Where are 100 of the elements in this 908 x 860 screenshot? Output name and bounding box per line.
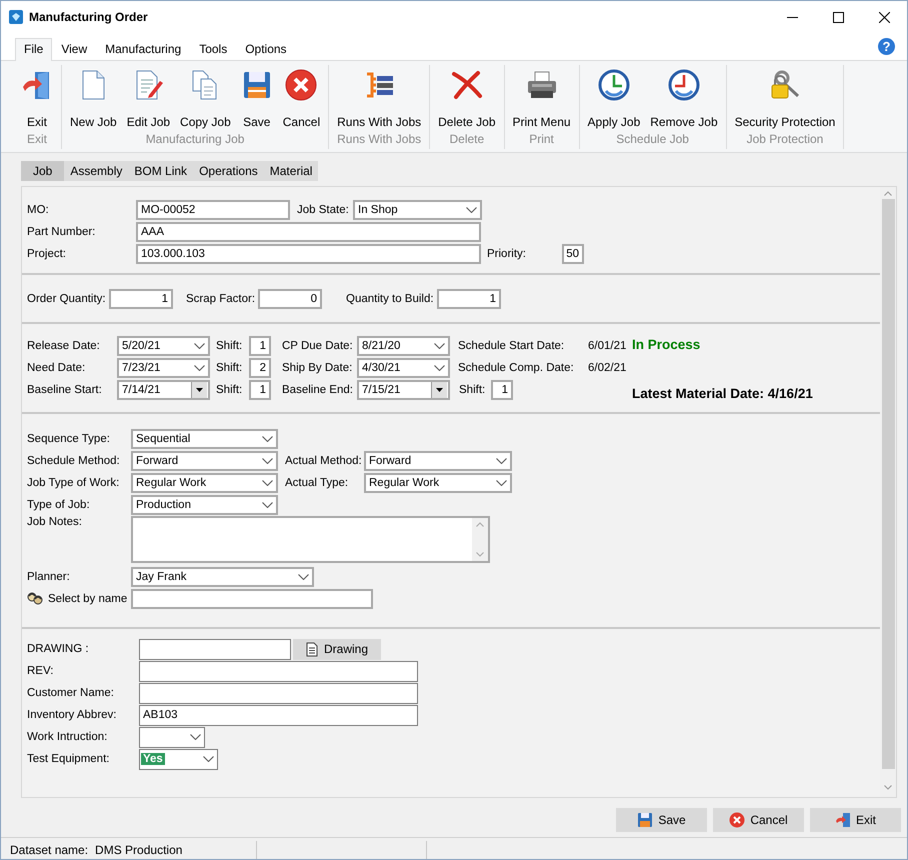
chevron-down-icon	[496, 480, 507, 486]
field-label: Priority:	[487, 248, 527, 260]
field-label: Inventory Abbrev:	[27, 709, 118, 721]
dropdown[interactable]: Production	[131, 495, 278, 515]
field-label: Test Equipment:	[27, 753, 110, 765]
save-icon	[637, 812, 654, 828]
field-label: Shift:	[459, 384, 486, 396]
dropdown[interactable]: Forward	[131, 451, 278, 471]
maximize-icon	[832, 12, 844, 22]
chevron-down-icon	[466, 207, 477, 213]
field-label: Shift:	[216, 384, 244, 396]
door-exit-icon	[834, 812, 851, 828]
app-icon	[9, 10, 23, 24]
toolbar-button[interactable]: Remove Job	[645, 65, 723, 132]
drawing-button[interactable]: Drawing	[293, 638, 381, 660]
triangle-down-icon	[436, 388, 443, 392]
chevron-down-icon	[884, 785, 892, 790]
chevron-down-icon	[434, 365, 445, 371]
number-field[interactable]: 50	[562, 244, 584, 264]
number-field[interactable]: 1	[249, 336, 271, 356]
dropdown[interactable]: Yes	[139, 748, 218, 770]
field-label: Job Notes:	[27, 516, 83, 528]
field-label: Work Intruction:	[27, 731, 108, 743]
field-label: Job State:	[297, 204, 350, 216]
toolbar-button[interactable]: Cancel	[278, 65, 326, 132]
field-label: Part Number:	[27, 226, 96, 238]
group-label: Exit	[26, 132, 47, 148]
dropdown[interactable]: 7/23/21	[117, 358, 210, 378]
text-field[interactable]	[131, 589, 373, 609]
tab[interactable]: Material	[264, 161, 318, 181]
group-label: Job Protection	[746, 132, 824, 148]
chevron-down-icon	[194, 343, 205, 349]
text-field[interactable]	[139, 638, 291, 660]
tab[interactable]: Operations	[193, 161, 264, 181]
field-label: Actual Type:	[285, 477, 350, 489]
dropdown[interactable]: Forward	[364, 451, 512, 471]
number-field[interactable]: 1	[437, 289, 501, 309]
chevron-down-icon	[496, 458, 507, 464]
help-button[interactable]: ?	[878, 38, 895, 55]
tab[interactable]: Job	[21, 161, 64, 181]
text-field[interactable]: AAA	[136, 222, 481, 242]
scrollbar[interactable]	[472, 518, 488, 561]
text-field[interactable]: AB103	[139, 704, 418, 726]
dropdown[interactable]: 5/20/21	[117, 336, 210, 356]
number-field[interactable]: 2	[249, 358, 271, 378]
toolbar-button[interactable]: Apply Job	[582, 65, 646, 132]
toolbar-button[interactable]: Exit	[16, 65, 58, 132]
number-field[interactable]: 0	[258, 289, 322, 309]
dropdown[interactable]: Sequential	[131, 429, 278, 449]
save-button[interactable]: Save	[616, 808, 707, 832]
notes-field[interactable]	[131, 516, 490, 563]
scroll-thumb[interactable]	[882, 199, 894, 769]
text-field[interactable]	[139, 660, 418, 682]
toolbar-button[interactable]: Delete Job	[433, 65, 501, 132]
toolbar-button[interactable]: Edit Job	[122, 65, 176, 132]
toolbar-button[interactable]: New Job	[65, 65, 122, 132]
group-label: Manufacturing Job	[146, 132, 244, 148]
text-field[interactable]: 103.000.103	[136, 244, 481, 264]
toolbar-button[interactable]: Print Menu	[508, 65, 576, 132]
menu-tab[interactable]: View	[52, 38, 96, 60]
number-field[interactable]: 1	[249, 380, 271, 400]
date-picker[interactable]: 7/15/21	[357, 380, 450, 400]
toolbar-button[interactable]: Copy Job	[175, 65, 236, 132]
field-label: Ship By Date:	[282, 362, 354, 374]
dropdown[interactable]: Regular Work	[131, 473, 278, 493]
tab[interactable]: BOM Link	[128, 161, 194, 181]
date-value: 6/01/21	[588, 340, 626, 352]
status-label: Dataset name:	[10, 843, 88, 857]
group-label: Runs With Jobs	[337, 132, 422, 148]
dropdown[interactable]: Jay Frank	[131, 567, 314, 587]
chevron-down-icon	[262, 502, 273, 508]
dropdown[interactable]: Regular Work	[364, 473, 512, 493]
toolbar-button[interactable]: Security Protection	[730, 65, 840, 132]
menu-tab[interactable]: File	[15, 38, 52, 61]
date-picker[interactable]: 7/14/21	[117, 380, 210, 400]
dropdown[interactable]: In Shop	[353, 200, 482, 220]
number-field[interactable]: 1	[109, 289, 173, 309]
menu-tab[interactable]: Options	[236, 38, 296, 60]
menu-tab[interactable]: Manufacturing	[96, 38, 190, 60]
text-field[interactable]	[139, 682, 418, 704]
field-label: CP Due Date:	[282, 340, 354, 352]
field-label: Baseline Start:	[27, 384, 103, 396]
cancel-button[interactable]: Cancel	[713, 808, 804, 832]
dropdown[interactable]: 8/21/20	[357, 336, 450, 356]
field-label: Schedule Start Date:	[458, 340, 566, 352]
number-field[interactable]: 1	[491, 380, 513, 400]
field-label: REV:	[27, 665, 54, 677]
cancel-icon	[729, 812, 746, 828]
toolbar-button[interactable]: Runs With Jobs	[332, 65, 426, 132]
group-label: Print	[529, 132, 554, 148]
text-field[interactable]: MO-00052	[136, 200, 290, 220]
tab[interactable]: Assembly	[64, 161, 128, 181]
exit-button[interactable]: Exit	[810, 808, 901, 832]
dropdown[interactable]	[139, 726, 205, 748]
menu-tab[interactable]: Tools	[190, 38, 236, 60]
dropdown[interactable]: 4/30/21	[357, 358, 450, 378]
key-padlock-icon	[768, 69, 801, 101]
toolbar-button[interactable]: Save	[236, 65, 278, 132]
field-label: Planner:	[27, 571, 71, 583]
triangle-down-icon	[196, 388, 203, 392]
